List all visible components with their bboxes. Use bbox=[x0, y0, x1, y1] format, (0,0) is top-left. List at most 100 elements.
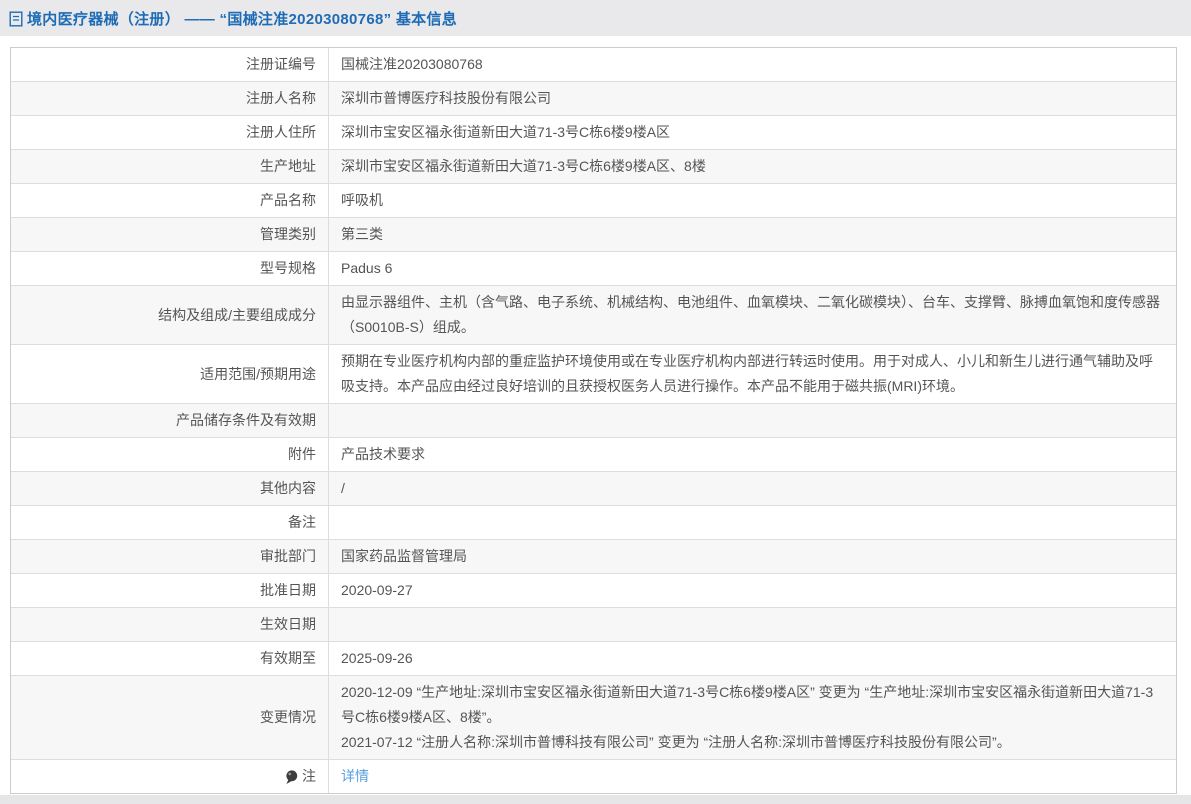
table-row: 变更情况 2020-12-09 “生产地址:深圳市宝安区福永街道新田大道71-3号… bbox=[11, 676, 1176, 760]
table-row: 批准日期 2020-09-27 bbox=[11, 574, 1176, 608]
row-label-text: 变更情况 bbox=[260, 705, 316, 730]
row-label: 注 bbox=[11, 760, 329, 793]
details-link[interactable]: 详情 bbox=[341, 764, 1164, 789]
row-value-line: 2020-12-09 “生产地址:深圳市宝安区福永街道新田大道71-3号C栋6楼… bbox=[341, 680, 1164, 730]
row-label: 审批部门 bbox=[11, 540, 329, 573]
row-value: 深圳市宝安区福永街道新田大道71-3号C栋6楼9楼A区 bbox=[329, 116, 1176, 149]
row-label-text: 管理类别 bbox=[260, 222, 316, 247]
page-header-band: 境内医疗器械（注册） —— “国械注准20203080768” 基本信息 bbox=[0, 0, 1191, 36]
row-label-text: 注册人住所 bbox=[246, 120, 316, 145]
table-row: 生产地址深圳市宝安区福永街道新田大道71-3号C栋6楼9楼A区、8楼 bbox=[11, 150, 1176, 184]
row-label: 管理类别 bbox=[11, 218, 329, 251]
table-row: 结构及组成/主要组成成分由显示器组件、主机（含气路、电子系统、机械结构、电池组件… bbox=[11, 286, 1176, 345]
row-value-text: / bbox=[341, 476, 1164, 501]
table-row: 注册人住所深圳市宝安区福永街道新田大道71-3号C栋6楼9楼A区 bbox=[11, 116, 1176, 150]
row-label-text: 注册人名称 bbox=[246, 86, 316, 111]
row-value: 2020-12-09 “生产地址:深圳市宝安区福永街道新田大道71-3号C栋6楼… bbox=[329, 676, 1176, 759]
row-value: 深圳市普博医疗科技股份有限公司 bbox=[329, 82, 1176, 115]
row-value: 2020-09-27 bbox=[329, 574, 1176, 607]
row-value-text: 由显示器组件、主机（含气路、电子系统、机械结构、电池组件、血氧模块、二氧化碳模块… bbox=[341, 290, 1164, 340]
row-value bbox=[329, 506, 1176, 539]
table-row: 产品储存条件及有效期 bbox=[11, 404, 1176, 438]
row-value-text: 预期在专业医疗机构内部的重症监护环境使用或在专业医疗机构内部进行转运时使用。用于… bbox=[341, 349, 1164, 399]
row-label: 适用范围/预期用途 bbox=[11, 345, 329, 403]
row-value: 详情 bbox=[329, 760, 1176, 793]
row-label-text: 型号规格 bbox=[260, 256, 316, 281]
main-content: 注册证编号国械注准20203080768注册人名称深圳市普博医疗科技股份有限公司… bbox=[0, 36, 1191, 794]
table-row: 管理类别第三类 bbox=[11, 218, 1176, 252]
row-label-text: 注册证编号 bbox=[246, 52, 316, 77]
bottom-strip bbox=[0, 795, 1191, 804]
page-title-text: 境内医疗器械（注册） —— “国械注准20203080768” 基本信息 bbox=[27, 8, 457, 29]
row-value: 产品技术要求 bbox=[329, 438, 1176, 471]
table-row: 适用范围/预期用途预期在专业医疗机构内部的重症监护环境使用或在专业医疗机构内部进… bbox=[11, 345, 1176, 404]
page-title: 境内医疗器械（注册） —— “国械注准20203080768” 基本信息 bbox=[9, 8, 457, 29]
row-value-text: 国家药品监督管理局 bbox=[341, 544, 1164, 569]
row-value: 国家药品监督管理局 bbox=[329, 540, 1176, 573]
table-row: 有效期至 2025-09-26 bbox=[11, 642, 1176, 676]
table-row: 其他内容 / bbox=[11, 472, 1176, 506]
row-label: 注册人名称 bbox=[11, 82, 329, 115]
row-value: 预期在专业医疗机构内部的重症监护环境使用或在专业医疗机构内部进行转运时使用。用于… bbox=[329, 345, 1176, 403]
row-label: 注册人住所 bbox=[11, 116, 329, 149]
row-label: 产品储存条件及有效期 bbox=[11, 404, 329, 437]
row-value: 第三类 bbox=[329, 218, 1176, 251]
row-label-text: 适用范围/预期用途 bbox=[200, 362, 316, 387]
table-row: 审批部门国家药品监督管理局 bbox=[11, 540, 1176, 574]
row-value-text: 国械注准20203080768 bbox=[341, 52, 1164, 77]
row-value-text: Padus 6 bbox=[341, 256, 1164, 281]
row-value-text: 深圳市宝安区福永街道新田大道71-3号C栋6楼9楼A区 bbox=[341, 120, 1164, 145]
row-value: / bbox=[329, 472, 1176, 505]
note-balloon-icon bbox=[285, 770, 298, 785]
row-label: 型号规格 bbox=[11, 252, 329, 285]
table-row: 附件产品技术要求 bbox=[11, 438, 1176, 472]
row-label: 生效日期 bbox=[11, 608, 329, 641]
table-row: 备注 bbox=[11, 506, 1176, 540]
row-value: 呼吸机 bbox=[329, 184, 1176, 217]
table-row: 型号规格 Padus 6 bbox=[11, 252, 1176, 286]
row-label: 注册证编号 bbox=[11, 48, 329, 81]
row-label-text: 注 bbox=[302, 764, 316, 789]
row-value: Padus 6 bbox=[329, 252, 1176, 285]
table-row: 注册人名称深圳市普博医疗科技股份有限公司 bbox=[11, 82, 1176, 116]
row-label-text: 附件 bbox=[288, 442, 316, 467]
row-value bbox=[329, 608, 1176, 641]
row-label: 生产地址 bbox=[11, 150, 329, 183]
row-label: 结构及组成/主要组成成分 bbox=[11, 286, 329, 344]
row-value: 国械注准20203080768 bbox=[329, 48, 1176, 81]
row-value-text: 深圳市宝安区福永街道新田大道71-3号C栋6楼9楼A区、8楼 bbox=[341, 154, 1164, 179]
table-row: 注详情 bbox=[11, 760, 1176, 793]
row-value bbox=[329, 404, 1176, 437]
document-icon bbox=[9, 11, 23, 27]
row-label-text: 备注 bbox=[288, 510, 316, 535]
row-label: 其他内容 bbox=[11, 472, 329, 505]
row-label-text: 产品名称 bbox=[260, 188, 316, 213]
row-value-text: 2020-09-27 bbox=[341, 578, 1164, 603]
row-label-text: 批准日期 bbox=[260, 578, 316, 603]
row-label: 变更情况 bbox=[11, 676, 329, 759]
row-value-line: 2021-07-12 “注册人名称:深圳市普博科技有限公司” 变更为 “注册人名… bbox=[341, 730, 1164, 755]
row-value: 由显示器组件、主机（含气路、电子系统、机械结构、电池组件、血氧模块、二氧化碳模块… bbox=[329, 286, 1176, 344]
row-value: 2025-09-26 bbox=[329, 642, 1176, 675]
row-label: 附件 bbox=[11, 438, 329, 471]
row-value-text: 产品技术要求 bbox=[341, 442, 1164, 467]
row-label: 有效期至 bbox=[11, 642, 329, 675]
row-value-text: 深圳市普博医疗科技股份有限公司 bbox=[341, 86, 1164, 111]
table-row: 产品名称呼吸机 bbox=[11, 184, 1176, 218]
row-value-text: 第三类 bbox=[341, 222, 1164, 247]
row-label-text: 结构及组成/主要组成成分 bbox=[158, 303, 316, 328]
row-value-text: 呼吸机 bbox=[341, 188, 1164, 213]
table-row: 注册证编号国械注准20203080768 bbox=[11, 48, 1176, 82]
table-row: 生效日期 bbox=[11, 608, 1176, 642]
row-label-text: 其他内容 bbox=[260, 476, 316, 501]
info-table: 注册证编号国械注准20203080768注册人名称深圳市普博医疗科技股份有限公司… bbox=[10, 47, 1177, 794]
row-label-text: 审批部门 bbox=[260, 544, 316, 569]
row-label: 备注 bbox=[11, 506, 329, 539]
row-label-text: 生效日期 bbox=[260, 612, 316, 637]
row-label: 批准日期 bbox=[11, 574, 329, 607]
row-label: 产品名称 bbox=[11, 184, 329, 217]
row-label-text: 有效期至 bbox=[260, 646, 316, 671]
row-value: 深圳市宝安区福永街道新田大道71-3号C栋6楼9楼A区、8楼 bbox=[329, 150, 1176, 183]
row-value-text: 2025-09-26 bbox=[341, 646, 1164, 671]
row-label-text: 产品储存条件及有效期 bbox=[176, 408, 316, 433]
